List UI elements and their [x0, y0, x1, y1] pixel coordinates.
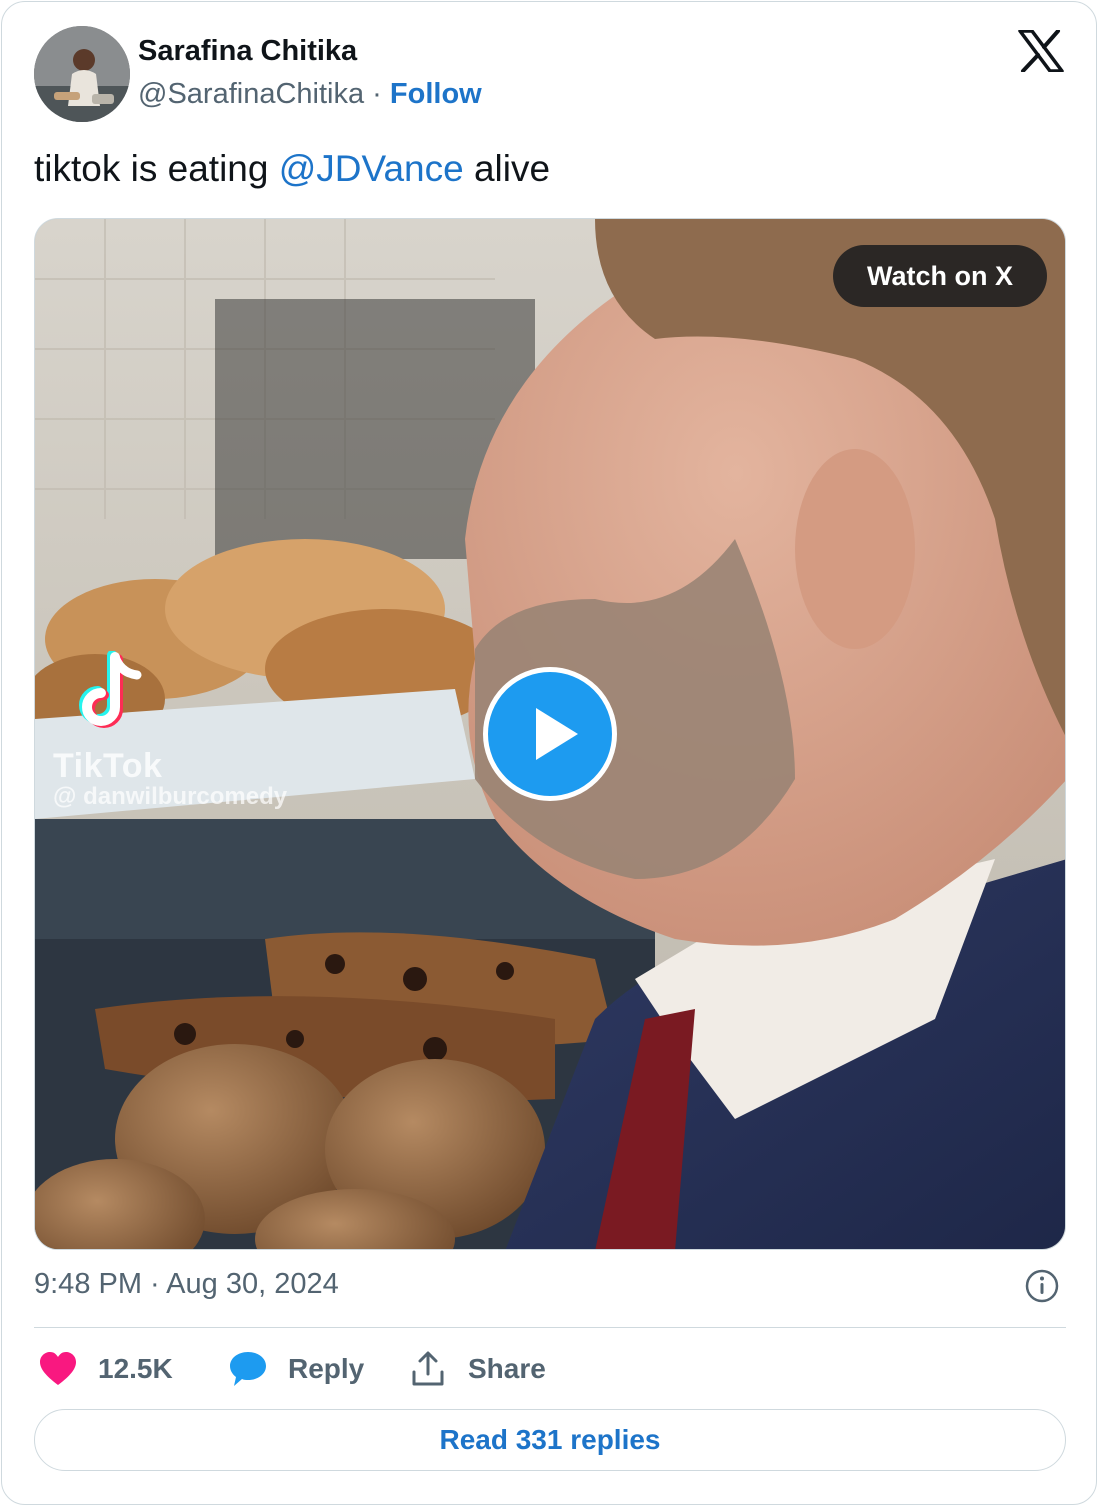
author-handle-row: @SarafinaChitika · Follow: [138, 78, 482, 111]
play-button[interactable]: [483, 667, 617, 801]
divider: [34, 1327, 1066, 1328]
tiktok-watermark-user: @ danwilburcomedy: [53, 783, 288, 810]
like-count: 12.5K: [98, 1353, 173, 1384]
reply-bubble-icon: [230, 1352, 266, 1386]
tweet-timestamp[interactable]: 9:48 PM · Aug 30, 2024: [34, 1268, 339, 1301]
reply-button[interactable]: Reply: [228, 1344, 364, 1394]
share-label: Share: [468, 1353, 546, 1384]
like-button[interactable]: 12.5K: [38, 1344, 173, 1394]
tweet-text-end: alive: [463, 148, 551, 189]
reply-label: Reply: [288, 1353, 365, 1384]
tweet-text-start: tiktok is eating: [34, 148, 279, 189]
author-avatar[interactable]: [34, 26, 130, 122]
tiktok-logo-icon: [79, 651, 142, 728]
follow-button[interactable]: Follow: [390, 78, 482, 110]
separator-dot: ·: [372, 78, 382, 110]
author-handle[interactable]: @SarafinaChitika: [138, 78, 364, 110]
x-logo-icon[interactable]: [1018, 29, 1064, 73]
tiktok-watermark-brand: TikTok: [53, 747, 163, 785]
read-replies-button[interactable]: Read 331 replies: [34, 1409, 1066, 1471]
video-media[interactable]: TikTok @ danwilburcomedy Watch on X: [34, 218, 1066, 1250]
share-upload-icon: [412, 1351, 444, 1386]
author-name[interactable]: Sarafina Chitika: [138, 35, 357, 68]
play-icon: [536, 708, 578, 760]
mention-link[interactable]: @JDVance: [279, 148, 464, 189]
tweet-text: tiktok is eating @JDVance alive: [34, 148, 550, 190]
watch-on-x-button[interactable]: Watch on X: [833, 245, 1047, 307]
info-icon[interactable]: [1024, 1268, 1060, 1304]
heart-icon: [40, 1352, 76, 1385]
share-button[interactable]: Share: [410, 1344, 546, 1394]
